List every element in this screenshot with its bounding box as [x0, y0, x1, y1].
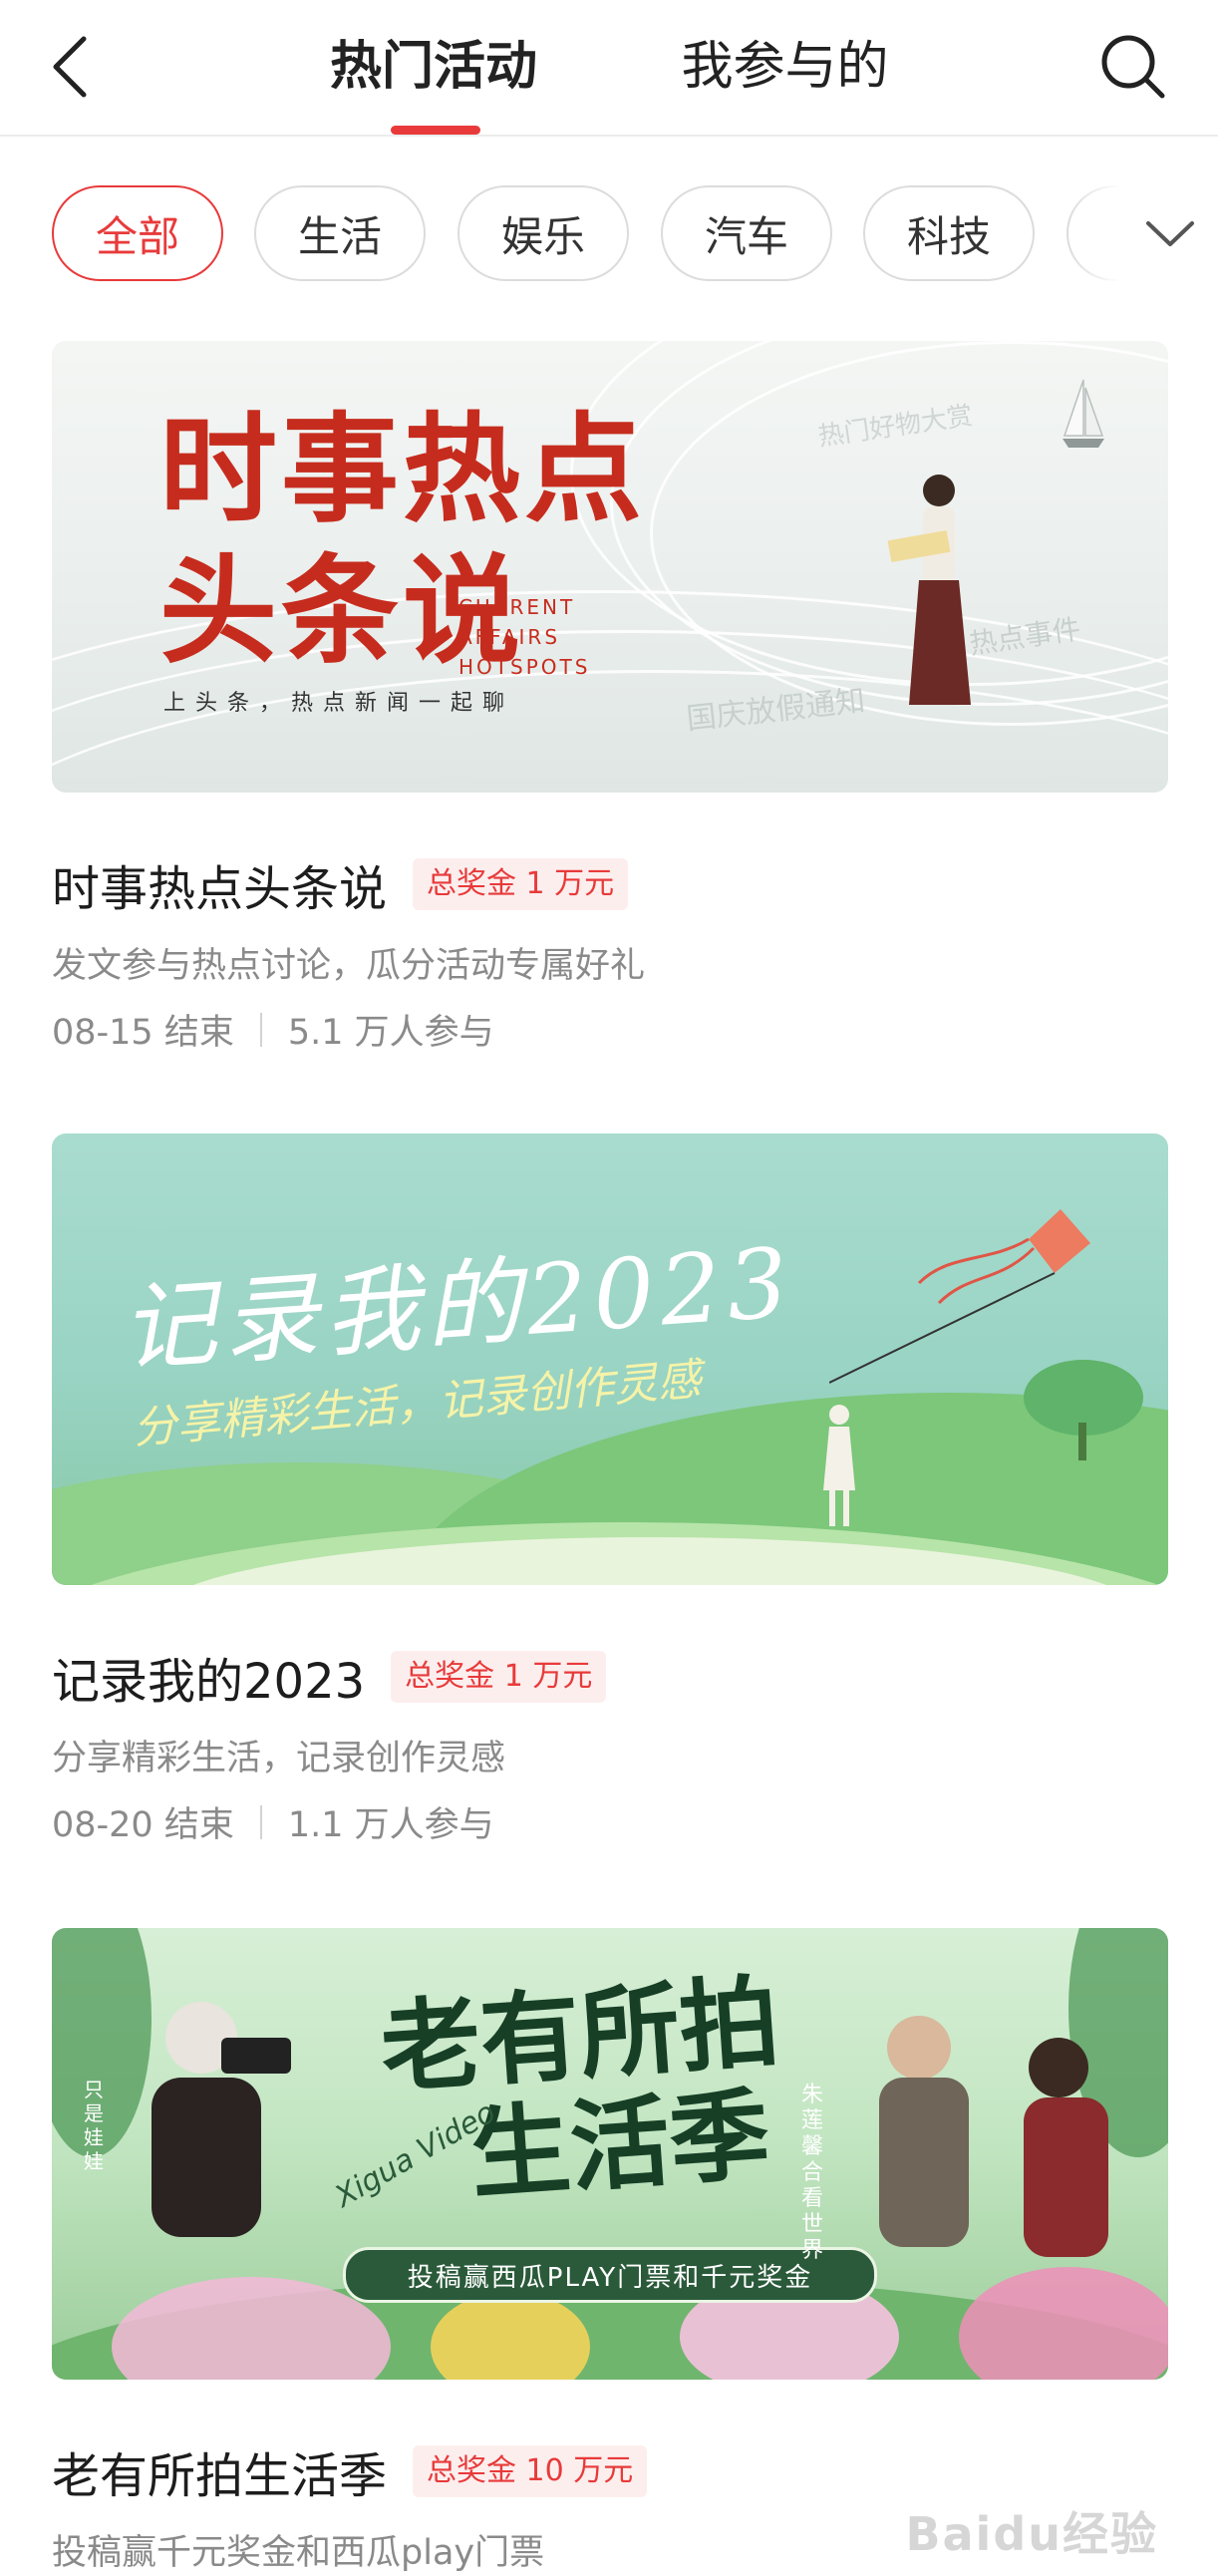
banner-subtitle: 上头条，热点新闻一起聊: [163, 691, 515, 716]
activity-description: 发文参与热点讨论，瓜分活动专属好礼: [52, 946, 646, 986]
activity-meta: 08-20 结束 1.1 万人参与: [52, 1796, 494, 1847]
card-title-row: 时事热点头条说 总奖金 1 万元: [52, 844, 629, 924]
tab-my-participation[interactable]: 我参与的: [648, 22, 922, 112]
banner-pill-text: 投稿赢西瓜PLAY门票和千元奖金: [343, 2247, 877, 2303]
end-date: 08-20 结束: [52, 1805, 234, 1845]
banner-english-text: CURRENT AFFAIRS HOTSPOTS: [458, 595, 591, 679]
prize-badge: 总奖金 10 万元: [413, 2445, 648, 2497]
card-title-row: 老有所拍生活季 总奖金 10 万元: [52, 2431, 648, 2511]
chip-all[interactable]: 全部: [52, 185, 223, 281]
chevron-left-icon: [53, 36, 87, 98]
top-nav-bar: 热门活动 我参与的: [0, 0, 1218, 137]
banner-side-text: 只是娃娃: [84, 2078, 104, 2173]
activity-title[interactable]: 老有所拍生活季: [52, 2436, 387, 2506]
category-filter-bar: 全部 生活 娱乐 汽车 科技: [0, 185, 1218, 285]
tab-hot-activities[interactable]: 热门活动: [299, 22, 568, 112]
meta-divider: [259, 1012, 262, 1047]
activity-banner[interactable]: 记录我的2023 分享精彩生活，记录创作灵感: [52, 1133, 1168, 1585]
banner-title-line1: 时事热点: [159, 400, 647, 538]
banner-side-text: 朱莲馨 合看世界: [801, 2083, 824, 2263]
chip-auto[interactable]: 汽车: [661, 185, 832, 281]
activity-banner[interactable]: 老有所拍 生活季 Xigua Video 投稿赢西瓜PLAY门票和千元奖金 朱莲…: [52, 1928, 1168, 2380]
activity-title[interactable]: 时事热点头条说: [52, 849, 387, 919]
end-date: 08-15 结束: [52, 1013, 234, 1053]
tree-illustration: [1024, 1360, 1143, 1460]
prize-badge: 总奖金 1 万元: [391, 1651, 607, 1703]
activity-description: 投稿赢千元奖金和西瓜play门票: [52, 2533, 545, 2573]
card-title-row: 记录我的2023 总奖金 1 万元: [52, 1637, 607, 1717]
chip-tech[interactable]: 科技: [863, 185, 1035, 281]
active-tab-indicator: [391, 126, 480, 135]
activity-banner[interactable]: 时事热点 头条说 CURRENT AFFAIRS HOTSPOTS 上头条，热点…: [52, 341, 1168, 793]
chevron-down-icon: [1146, 221, 1194, 246]
chip-entertainment[interactable]: 娱乐: [457, 185, 629, 281]
search-button[interactable]: [1088, 22, 1178, 112]
child-figure-illustration: [823, 1405, 855, 1526]
activity-card[interactable]: 时事热点 头条说 CURRENT AFFAIRS HOTSPOTS 上头条，热点…: [52, 341, 1168, 1059]
activity-card[interactable]: 老有所拍 生活季 Xigua Video 投稿赢西瓜PLAY门票和千元奖金 朱莲…: [52, 1928, 1168, 2576]
chip-life[interactable]: 生活: [254, 185, 426, 281]
activity-title[interactable]: 记录我的2023: [52, 1642, 365, 1712]
search-icon: [1101, 35, 1165, 99]
activity-card[interactable]: 记录我的2023 分享精彩生活，记录创作灵感 记录我的2023 总奖金 1 万元…: [52, 1133, 1168, 1851]
watermark-text: Baidu经验: [905, 2507, 1158, 2561]
prize-badge: 总奖金 1 万元: [413, 858, 629, 910]
activity-meta: 08-15 结束 5.1 万人参与: [52, 1004, 494, 1055]
meta-divider: [259, 1804, 262, 1839]
participant-count: 1.1 万人参与: [287, 1805, 494, 1845]
participant-count: 5.1 万人参与: [287, 1013, 494, 1053]
woman-reading-illustration: [887, 475, 971, 705]
expand-categories-button[interactable]: [1068, 185, 1218, 281]
activity-description: 分享精彩生活，记录创作灵感: [52, 1739, 506, 1778]
sailboat-illustration: [1063, 379, 1104, 448]
back-button[interactable]: [40, 22, 100, 112]
banner-title-line2: 生活季: [466, 2075, 773, 2214]
